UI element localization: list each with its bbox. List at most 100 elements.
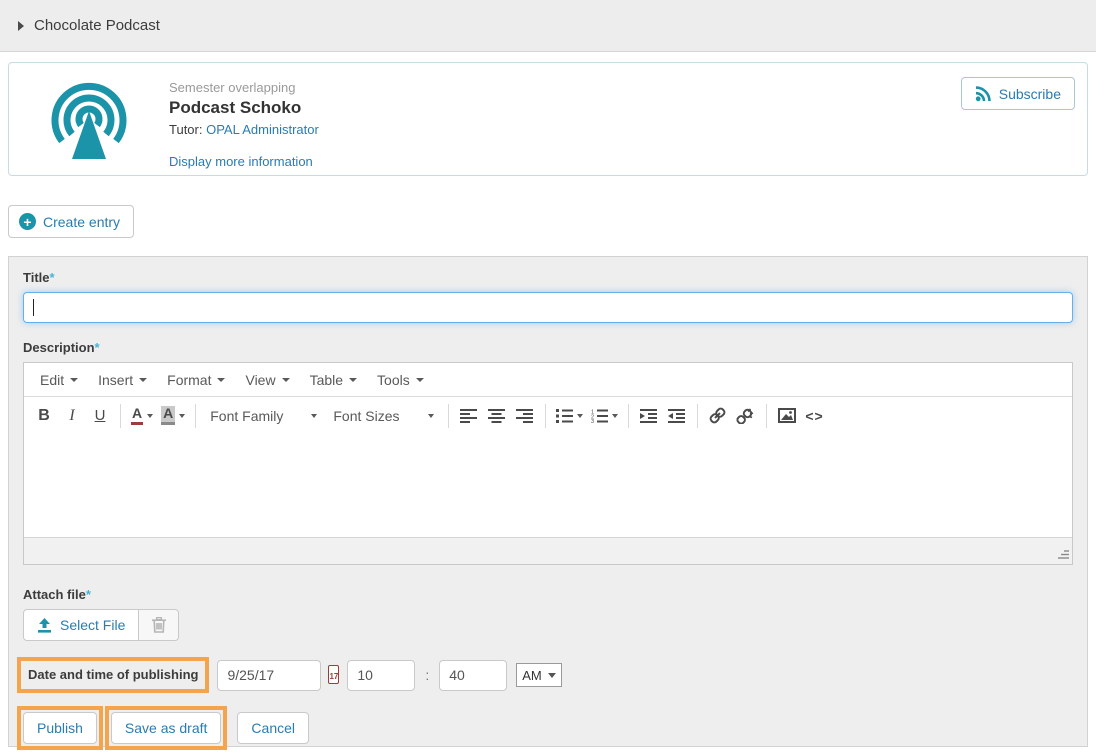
page: Chocolate Podcast Semester overlapping P… (0, 0, 1096, 752)
attach-file-label: Attach file* (23, 587, 1073, 602)
editor-menubar: Edit Insert Format View Table Tools (24, 363, 1072, 396)
create-entry-label: Create entry (43, 214, 120, 230)
title-label-text: Title (23, 270, 50, 285)
calendar-picker-button[interactable]: 17 (328, 666, 339, 684)
text-caret (33, 299, 34, 316)
tutor-line: Tutor: OPAL Administrator (169, 122, 319, 137)
delete-file-button[interactable] (139, 609, 179, 641)
background-color-button[interactable]: A (157, 402, 189, 430)
publish-hour-input[interactable] (347, 660, 415, 691)
source-code-button[interactable]: <> (801, 402, 829, 430)
meridiem-value: AM (522, 668, 542, 683)
chevron-down-icon (217, 378, 225, 382)
align-left-button[interactable] (455, 402, 483, 430)
datetime-label-highlight: Date and time of publishing (17, 657, 209, 693)
chevron-down-icon (70, 378, 78, 382)
font-family-select[interactable]: Font Family (202, 402, 325, 430)
breadcrumb-bar: Chocolate Podcast (0, 0, 1096, 52)
chevron-down-icon (428, 414, 434, 418)
underline-button[interactable]: U (86, 402, 114, 430)
link-icon (709, 407, 726, 424)
indent-button[interactable] (635, 402, 663, 430)
chevron-down-icon (311, 414, 317, 418)
align-right-button[interactable] (511, 402, 539, 430)
resize-handle[interactable] (1057, 549, 1069, 561)
font-sizes-select[interactable]: Font Sizes (325, 402, 441, 430)
publish-minute-input[interactable] (439, 660, 507, 691)
display-more-info-link[interactable]: Display more information (169, 154, 313, 169)
create-entry-button[interactable]: + Create entry (8, 205, 134, 238)
insert-link-button[interactable] (704, 402, 732, 430)
text-color-button[interactable]: A (127, 402, 157, 430)
menu-table[interactable]: Table (300, 366, 367, 394)
text-color-icon: A (131, 406, 143, 424)
menu-insert[interactable]: Insert (88, 366, 157, 394)
plus-circle-icon: + (19, 213, 36, 230)
menu-view[interactable]: View (235, 366, 299, 394)
align-left-icon (460, 409, 477, 423)
chevron-down-icon (147, 414, 153, 418)
svg-text:3: 3 (591, 419, 594, 423)
broadcast-icon (45, 75, 133, 163)
cancel-button[interactable]: Cancel (237, 712, 309, 744)
attach-required-mark: * (86, 587, 91, 602)
outdent-button[interactable] (663, 402, 691, 430)
chevron-down-icon (179, 414, 185, 418)
menu-insert-label: Insert (98, 372, 133, 388)
tutor-name-link[interactable]: OPAL Administrator (206, 122, 319, 137)
editor-toolbar: B I U A A Font Family Font Sizes (24, 396, 1072, 434)
toolbar-separator (545, 404, 546, 428)
publish-button-highlight: Publish (17, 706, 103, 750)
podcast-supertitle: Semester overlapping (169, 80, 319, 95)
bold-button[interactable]: B (30, 402, 58, 430)
numbered-list-button[interactable]: 123 (587, 402, 622, 430)
align-center-button[interactable] (483, 402, 511, 430)
tutor-label: Tutor: (169, 122, 202, 137)
meridiem-select[interactable]: AM (516, 663, 562, 687)
description-label-text: Description (23, 340, 95, 355)
form-buttons-row: Publish Save as draft Cancel (23, 706, 1073, 750)
font-family-label: Font Family (210, 408, 283, 424)
editor-content[interactable] (24, 434, 1072, 537)
rss-icon (975, 85, 992, 102)
entry-form-panel: Title* Description* Edit Insert Format V… (8, 256, 1088, 747)
file-button-group: Select File (23, 609, 179, 641)
publish-datetime-row: Date and time of publishing 17 : AM (23, 657, 1073, 693)
publish-button[interactable]: Publish (23, 712, 97, 744)
save-as-draft-button[interactable]: Save as draft (111, 712, 222, 744)
align-center-icon (488, 409, 505, 423)
course-title: Chocolate Podcast (34, 17, 160, 34)
chevron-down-icon (612, 414, 618, 418)
toolbar-separator (628, 404, 629, 428)
chevron-down-icon (282, 378, 290, 382)
bullet-list-icon (556, 409, 573, 423)
menu-format-label: Format (167, 372, 211, 388)
font-sizes-label: Font Sizes (333, 408, 399, 424)
upload-icon (37, 618, 52, 633)
menu-tools[interactable]: Tools (367, 366, 434, 394)
bullet-list-button[interactable] (552, 402, 587, 430)
menu-view-label: View (245, 372, 275, 388)
publish-date-input[interactable] (217, 660, 321, 691)
italic-button[interactable]: I (58, 402, 86, 430)
background-color-icon: A (161, 406, 175, 424)
chevron-down-icon (548, 673, 556, 678)
podcast-meta: Semester overlapping Podcast Schoko Tuto… (169, 63, 319, 175)
insert-image-button[interactable] (773, 402, 801, 430)
collapse-triangle-icon[interactable] (18, 21, 24, 31)
subscribe-button[interactable]: Subscribe (961, 77, 1075, 110)
remove-link-button[interactable] (732, 402, 760, 430)
menu-table-label: Table (310, 372, 343, 388)
editor-statusbar (24, 537, 1072, 564)
podcast-info-card: Semester overlapping Podcast Schoko Tuto… (8, 62, 1088, 176)
time-separator: : (425, 667, 429, 683)
datetime-label: Date and time of publishing (28, 667, 198, 682)
podcast-title: Podcast Schoko (169, 98, 319, 118)
select-file-button[interactable]: Select File (23, 609, 139, 641)
image-icon (778, 408, 796, 423)
menu-format[interactable]: Format (157, 366, 235, 394)
unlink-icon (736, 407, 755, 424)
title-input[interactable] (23, 292, 1073, 323)
toolbar-separator (448, 404, 449, 428)
menu-edit[interactable]: Edit (30, 366, 88, 394)
